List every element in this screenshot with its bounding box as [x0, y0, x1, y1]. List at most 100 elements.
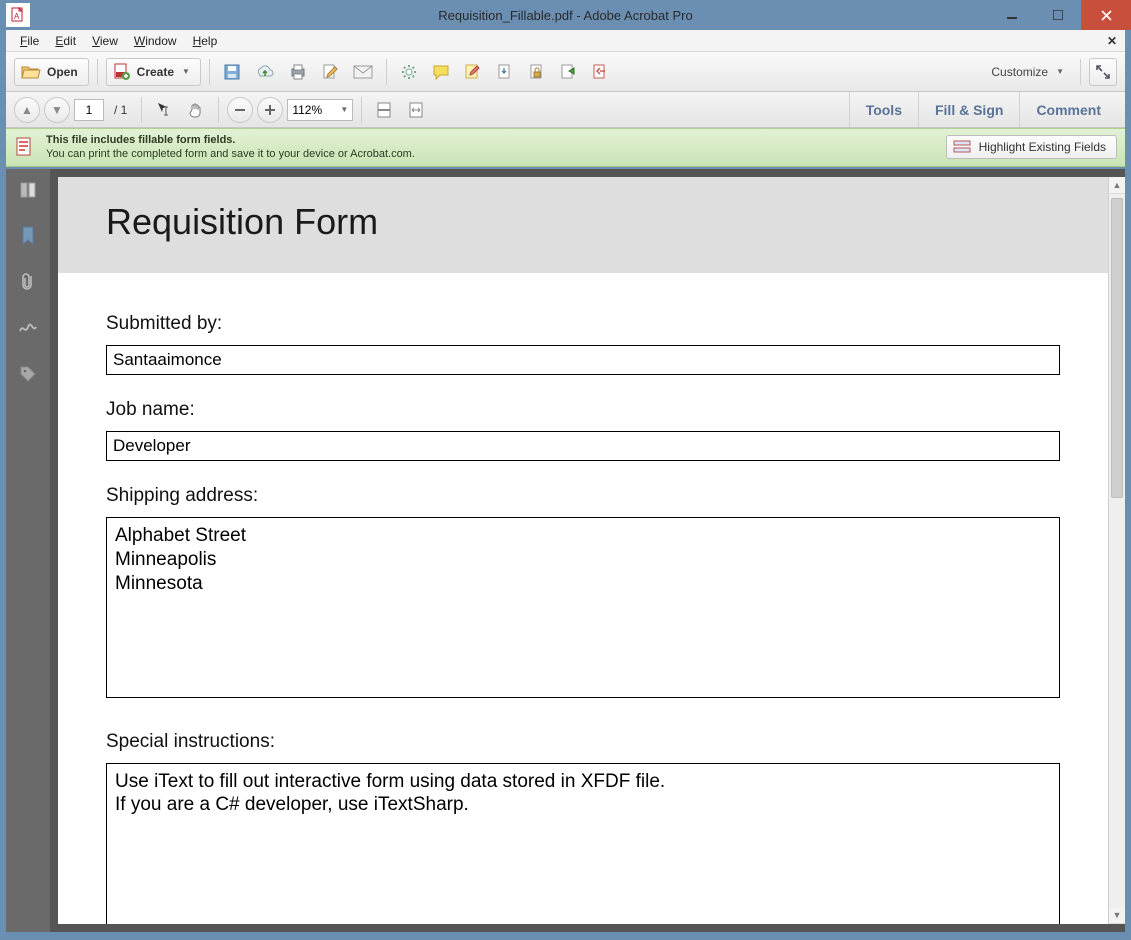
frame-bottom — [0, 932, 1131, 940]
field-shipping-address[interactable] — [106, 517, 1060, 697]
open-label: Open — [47, 65, 78, 79]
expand-icon — [1095, 64, 1111, 80]
document-area: Requisition Form Submitted by: Job name:… — [50, 169, 1125, 932]
separator — [141, 97, 142, 123]
print-button[interactable] — [284, 58, 312, 86]
minus-icon — [234, 104, 246, 116]
menu-close-icon[interactable]: ✕ — [1107, 34, 1117, 48]
save-icon — [223, 63, 241, 81]
page-number-input[interactable] — [74, 99, 104, 121]
folder-open-icon — [21, 64, 41, 80]
separator — [209, 59, 210, 85]
label-job-name: Job name: — [106, 399, 1060, 421]
menu-bar: File Edit View Window Help ✕ — [6, 30, 1125, 52]
cloud-up-icon — [255, 64, 275, 80]
fit-width-button[interactable] — [402, 96, 430, 124]
message-text: This file includes fillable form fields.… — [46, 133, 415, 162]
chevron-down-icon: ▼ — [182, 67, 190, 76]
customize-label: Customize — [991, 65, 1048, 79]
email-button[interactable] — [348, 58, 378, 86]
title-bar: A Requisition_Fillable.pdf - Adobe Acrob… — [0, 0, 1131, 30]
vertical-scrollbar[interactable]: ▲ ▼ — [1108, 177, 1125, 924]
pdf-page: Requisition Form Submitted by: Job name:… — [58, 177, 1108, 924]
separator — [386, 59, 387, 85]
comment-bubble-button[interactable] — [427, 58, 455, 86]
page-pencil-icon — [321, 63, 339, 81]
hand-tool-button[interactable] — [182, 96, 210, 124]
chevron-down-icon: ▼ — [340, 105, 348, 114]
open-button[interactable]: Open — [14, 58, 89, 86]
label-shipping-address: Shipping address: — [106, 485, 1060, 507]
document-title: Requisition Form — [106, 201, 1060, 243]
hand-icon — [187, 101, 205, 119]
expand-button[interactable] — [1089, 58, 1117, 86]
highlight-fields-icon — [953, 140, 971, 154]
convert-button[interactable] — [587, 58, 615, 86]
label-special-instructions: Special instructions: — [106, 731, 1060, 753]
pdf-form-icon — [14, 136, 36, 158]
scroll-track[interactable] — [1109, 194, 1125, 907]
page-arrow-icon — [497, 63, 513, 81]
comment-tab[interactable]: Comment — [1019, 92, 1117, 127]
save-button[interactable] — [218, 58, 246, 86]
highlight-fields-label: Highlight Existing Fields — [979, 140, 1106, 154]
share-button[interactable] — [555, 58, 583, 86]
scroll-up-icon[interactable]: ▲ — [1109, 177, 1125, 194]
separator — [1080, 59, 1081, 85]
right-panel-tabs: Tools Fill & Sign Comment — [849, 92, 1117, 127]
zoom-out-button[interactable] — [227, 97, 253, 123]
menu-file[interactable]: File — [12, 32, 47, 50]
envelope-icon — [353, 65, 373, 79]
lock-pdf-button[interactable] — [523, 58, 551, 86]
workspace: Requisition Form Submitted by: Job name:… — [6, 167, 1125, 932]
window-title: Requisition_Fillable.pdf - Adobe Acrobat… — [0, 8, 1131, 23]
field-submitted-by[interactable] — [106, 345, 1060, 375]
scroll-thumb[interactable] — [1111, 198, 1123, 498]
plus-icon — [264, 104, 276, 116]
tags-icon[interactable] — [17, 363, 39, 385]
separator — [97, 59, 98, 85]
page-up-button[interactable]: ▲ — [14, 97, 40, 123]
edit-doc-button[interactable] — [316, 58, 344, 86]
field-job-name[interactable] — [106, 431, 1060, 461]
note-pencil-icon — [464, 63, 482, 81]
fit-page-button[interactable] — [370, 96, 398, 124]
menu-help[interactable]: Help — [185, 32, 226, 50]
page-total-label: / 1 — [108, 103, 133, 117]
export-button[interactable] — [491, 58, 519, 86]
select-tool-button[interactable] — [150, 96, 178, 124]
zoom-in-button[interactable] — [257, 97, 283, 123]
fit-width-icon — [407, 101, 425, 119]
nav-toolbar: ▲ ▼ / 1 112% ▼ Tools Fill & Sign Comment — [6, 92, 1125, 128]
highlight-fields-button[interactable]: Highlight Existing Fields — [946, 135, 1117, 159]
document-stage[interactable]: Requisition Form Submitted by: Job name:… — [58, 177, 1108, 924]
arrow-down-icon: ▼ — [51, 103, 63, 117]
customize-dropdown[interactable]: Customize ▼ — [983, 58, 1072, 86]
signatures-icon[interactable] — [17, 317, 39, 339]
menu-window[interactable]: Window — [126, 32, 185, 50]
menu-edit[interactable]: Edit — [47, 32, 84, 50]
highlight-note-button[interactable] — [459, 58, 487, 86]
create-label: Create — [137, 65, 174, 79]
fill-sign-tab[interactable]: Fill & Sign — [918, 92, 1019, 127]
form-message-bar: This file includes fillable form fields.… — [6, 128, 1125, 167]
bookmarks-icon[interactable] — [17, 225, 39, 247]
page-lock-icon — [529, 63, 545, 81]
gear-icon — [400, 63, 418, 81]
thumbnails-icon[interactable] — [17, 179, 39, 201]
tools-tab[interactable]: Tools — [849, 92, 918, 127]
cloud-button[interactable] — [250, 58, 280, 86]
speech-bubble-icon — [432, 64, 450, 80]
field-special-instructions[interactable] — [106, 763, 1060, 924]
settings-button[interactable] — [395, 58, 423, 86]
chevron-down-icon: ▼ — [1056, 67, 1064, 76]
fit-page-icon — [375, 101, 393, 119]
create-button[interactable]: Create ▼ — [106, 58, 201, 86]
arrow-up-icon: ▲ — [21, 103, 33, 117]
page-down-button[interactable]: ▼ — [44, 97, 70, 123]
frame-right — [1125, 30, 1131, 932]
menu-view[interactable]: View — [84, 32, 126, 50]
scroll-down-icon[interactable]: ▼ — [1109, 907, 1125, 924]
zoom-dropdown[interactable]: 112% ▼ — [287, 99, 353, 121]
attachments-icon[interactable] — [17, 271, 39, 293]
